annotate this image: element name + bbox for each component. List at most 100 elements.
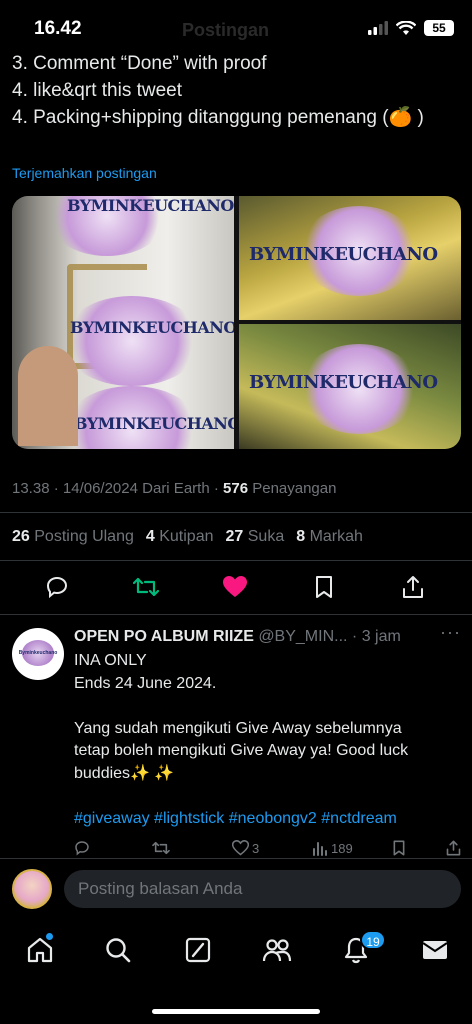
quotes-count: 4	[145, 528, 155, 545]
tweet-line: 4. like&qrt this tweet	[12, 80, 183, 101]
people-icon	[262, 939, 292, 962]
tab-messages[interactable]	[419, 934, 451, 966]
reply-header: OPEN PO ALBUM RIIZE @BY_MIN... · 3 jam	[74, 628, 401, 646]
avatar[interactable]	[12, 869, 52, 909]
tab-search[interactable]	[102, 934, 134, 966]
reply-line: buddies✨ ✨	[74, 764, 175, 782]
share-icon	[403, 576, 423, 598]
search-icon	[106, 938, 131, 963]
tweet-date: 14/06/2024	[62, 480, 138, 497]
tweet-action-bar	[0, 566, 472, 610]
more-options-button[interactable]: ···	[440, 622, 461, 643]
reply-line: Yang sudah mengikuti Give Away sebelumny…	[74, 719, 402, 737]
bookmarks-stat[interactable]: 8 Markah	[296, 528, 363, 546]
quotes-label: Kutipan	[159, 528, 214, 545]
page-title: Postingan	[182, 20, 270, 40]
reply-line: INA ONLY	[74, 652, 147, 669]
tweet-text: 3. Comment “Done” with proof 4. like&qrt…	[12, 50, 424, 131]
battery-icon: 55	[424, 20, 454, 36]
reply-spacer	[74, 695, 464, 718]
views-label: Penayangan	[252, 480, 337, 497]
bookmark-button[interactable]	[309, 572, 339, 602]
notifications-badge: 19	[360, 930, 386, 950]
reply-spacer	[74, 785, 464, 808]
media-photo-2[interactable]: BYMINKEUCHANO	[239, 196, 461, 320]
reply-button[interactable]	[74, 840, 90, 856]
bookmarks-count: 8	[296, 528, 306, 545]
home-icon	[27, 937, 53, 963]
tweet-line: 3. Comment “Done” with proof	[12, 53, 267, 74]
tweet-meta: 13.38 · 14/06/2024 Dari Earth · 576 Pena…	[12, 480, 337, 497]
heart-icon	[232, 840, 249, 856]
media-photo-3[interactable]: BYMINKEUCHANO	[239, 324, 461, 449]
bookmark-icon	[316, 576, 332, 598]
media-photo-1[interactable]: BYMINKEUCHANO BYMINKEUCHANO BYMINKEUCHAN…	[12, 196, 234, 449]
watermark: BYMINKEUCHANO	[249, 244, 438, 265]
like-button[interactable]: 3	[232, 840, 259, 856]
mail-icon	[422, 941, 448, 959]
reply-line: Ends 24 June 2024.	[74, 674, 217, 692]
unread-dot	[46, 933, 53, 940]
tweet-source: Dari Earth	[142, 480, 210, 497]
reply-button[interactable]	[42, 572, 72, 602]
bottom-tab-bar: 19	[0, 920, 472, 1024]
reposts-stat[interactable]: 26 Posting Ulang	[12, 528, 134, 546]
bookmarks-label: Markah	[309, 528, 363, 545]
reply-body: INA ONLY Ends 24 June 2024. Yang sudah m…	[74, 650, 464, 830]
watermark: BYMINKEUCHANO	[67, 196, 234, 215]
translate-link[interactable]: Terjemahkan postingan	[12, 165, 157, 181]
hand-photo	[18, 346, 78, 446]
avatar[interactable]: Byminkeuchano	[12, 628, 64, 680]
hashtags[interactable]: #giveaway #lightstick #neobongv2 #nctdre…	[74, 808, 464, 831]
views-count: 189	[331, 840, 353, 856]
like-button[interactable]	[220, 572, 250, 602]
reply-icon	[46, 576, 68, 599]
likes-stat[interactable]: 27 Suka	[226, 528, 285, 546]
repost-button[interactable]	[131, 572, 161, 602]
heart-icon	[223, 576, 247, 597]
tab-grok[interactable]	[182, 934, 214, 966]
bookmark-icon	[393, 840, 405, 856]
status-bar: 16.42 Postingan 55	[0, 0, 472, 52]
flower-decoration	[62, 296, 202, 386]
bookmark-button[interactable]	[392, 840, 406, 856]
watermark: BYMINKEUCHANO	[74, 414, 234, 433]
analytics-icon	[313, 842, 327, 856]
media-grid[interactable]: BYMINKEUCHANO BYMINKEUCHANO BYMINKEUCHAN…	[12, 196, 461, 449]
grok-icon	[185, 937, 211, 963]
wifi-icon	[396, 20, 416, 35]
reply-composer: Posting balasan Anda	[0, 858, 472, 920]
divider	[0, 560, 472, 561]
tab-communities[interactable]	[261, 934, 293, 966]
repost-button[interactable]	[152, 840, 170, 856]
author-handle[interactable]: @BY_MIN...	[258, 628, 347, 645]
signal-icon	[368, 21, 388, 35]
tweet-time: 13.38	[12, 480, 50, 497]
share-icon	[446, 840, 461, 856]
like-count: 3	[252, 840, 260, 856]
divider	[0, 614, 472, 615]
views-button[interactable]: 189	[312, 840, 353, 856]
tweet-stats: 26 Posting Ulang 4 Kutipan 27 Suka 8 Mar…	[12, 528, 363, 546]
reply-input[interactable]: Posting balasan Anda	[64, 870, 461, 908]
author-name[interactable]: OPEN PO ALBUM RIIZE	[74, 628, 254, 645]
likes-label: Suka	[247, 528, 285, 545]
repost-icon	[133, 577, 159, 597]
avatar-text: Byminkeuchano	[18, 650, 58, 656]
status-time: 16.42	[34, 18, 82, 39]
reposts-count: 26	[12, 528, 30, 545]
home-indicator	[152, 1009, 320, 1014]
status-icons: 55	[368, 20, 454, 36]
tweet-line: 4. Packing+shipping ditanggung pemenang …	[12, 107, 424, 128]
repost-icon	[152, 841, 170, 855]
reply-time: · 3 jam	[351, 628, 401, 645]
quotes-stat[interactable]: 4 Kutipan	[146, 528, 214, 546]
watermark: BYMINKEUCHANO	[249, 372, 438, 393]
likes-count: 27	[225, 528, 244, 545]
share-button[interactable]	[398, 572, 428, 602]
reposts-label: Posting Ulang	[34, 528, 134, 545]
reply-icon	[75, 841, 89, 856]
share-button[interactable]	[446, 840, 461, 856]
reply-line: tetap boleh mengikuti Give Away ya! Good…	[74, 742, 409, 759]
watermark: BYMINKEUCHANO	[70, 318, 234, 337]
